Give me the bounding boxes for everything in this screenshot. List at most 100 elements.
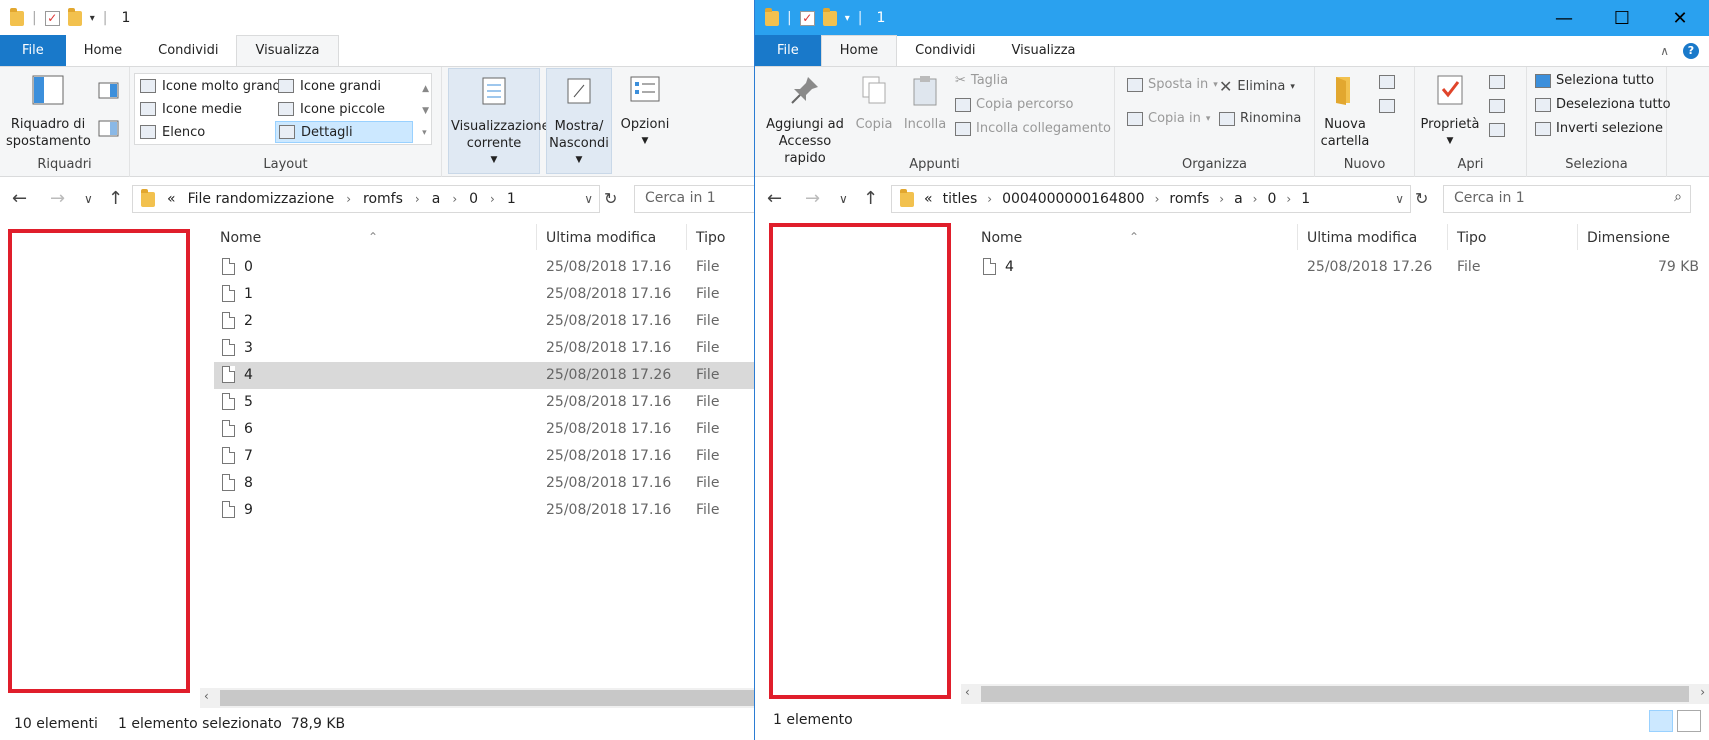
open-icon[interactable] <box>1489 75 1505 89</box>
scroll-thumb[interactable] <box>220 690 760 706</box>
search-input[interactable]: Cerca in 1 <box>634 185 760 213</box>
edit-icon[interactable] <box>1489 99 1505 113</box>
recent-chevron-icon[interactable]: ∨ <box>839 192 848 206</box>
copy-button[interactable]: Copia <box>851 73 897 133</box>
chevron-right-icon[interactable]: › <box>1253 192 1258 206</box>
path-segment[interactable]: 1 <box>1301 191 1310 207</box>
path-overflow[interactable]: « <box>924 191 933 207</box>
close-icon[interactable]: ✕ <box>1651 0 1709 36</box>
chevron-right-icon[interactable]: › <box>1155 192 1160 206</box>
minimize-icon[interactable]: — <box>1535 0 1593 36</box>
new-folder-quick-icon[interactable] <box>67 7 82 26</box>
select-all-button[interactable]: Seleziona tutto <box>1535 73 1654 88</box>
chevron-right-icon[interactable]: › <box>346 192 351 206</box>
column-name[interactable]: Nome <box>220 230 261 246</box>
column-size[interactable]: Dimensione <box>1587 230 1670 246</box>
tab-share[interactable]: Condividi <box>897 36 993 66</box>
easy-access-icon[interactable] <box>1379 99 1395 113</box>
back-arrow-icon[interactable]: ← <box>12 188 27 209</box>
path-segment[interactable]: a <box>1234 191 1243 207</box>
path-box[interactable]: « titles › 0004000000164800 › romfs › a › 0 ›… <box>891 185 1411 213</box>
tab-home[interactable]: Home <box>820 35 898 66</box>
path-segment[interactable]: File randomizzazione <box>188 191 335 207</box>
refresh-icon[interactable]: ↻ <box>604 189 617 208</box>
chevron-down-icon[interactable]: ∨ <box>584 192 593 206</box>
path-segment[interactable]: romfs <box>363 191 403 207</box>
new-folder-quick-icon[interactable] <box>822 7 837 26</box>
path-segment[interactable]: a <box>432 191 441 207</box>
current-view-button[interactable]: Visualizzazione corrente ▼ <box>448 68 550 174</box>
table-row[interactable]: 2 25/08/2018 17.16 File <box>214 308 760 335</box>
pin-quick-access-button[interactable]: Aggiungi ad Accesso rapido <box>761 73 849 167</box>
history-icon[interactable] <box>1489 123 1505 137</box>
chevron-down-icon[interactable]: ∨ <box>1395 192 1404 206</box>
table-row[interactable]: 4 25/08/2018 17.26 File <box>214 362 760 389</box>
table-row[interactable]: 4 25/08/2018 17.26 File 79 KB <box>975 254 1709 281</box>
column-type[interactable]: Tipo <box>696 230 725 246</box>
chevron-right-icon[interactable]: › <box>415 192 420 206</box>
help-icon[interactable]: ? <box>1683 42 1699 59</box>
column-type[interactable]: Tipo <box>1457 230 1486 246</box>
scroll-left-icon[interactable]: ‹ <box>965 685 970 699</box>
column-name[interactable]: Nome <box>981 230 1022 246</box>
details-pane-icon[interactable] <box>98 119 120 139</box>
cut-button[interactable]: ✂ Taglia <box>955 73 1008 88</box>
path-box[interactable]: « File randomizzazione › romfs › a › 0 › 1 ∨ <box>132 185 600 213</box>
copy-to-button[interactable]: Copia in ▾ <box>1127 111 1210 126</box>
properties-quick-icon[interactable]: ✓ <box>799 10 815 26</box>
table-row[interactable]: 8 25/08/2018 17.16 File <box>214 470 760 497</box>
layout-list[interactable]: Elenco <box>137 121 208 143</box>
show-hide-button[interactable]: Mostra/ Nascondi ▼ <box>546 68 612 174</box>
tab-view[interactable]: Visualizza <box>236 35 339 66</box>
layout-extra-large-icons[interactable]: Icone molto grandi <box>137 75 287 97</box>
table-row[interactable]: 0 25/08/2018 17.16 File <box>214 254 760 281</box>
navigation-pane[interactable] <box>0 222 200 708</box>
chevron-right-icon[interactable]: › <box>987 192 992 206</box>
rename-button[interactable]: Rinomina <box>1219 111 1301 126</box>
chevron-right-icon[interactable]: › <box>490 192 495 206</box>
options-button[interactable]: Opzioni ▼ <box>616 73 674 150</box>
table-row[interactable]: 9 25/08/2018 17.16 File <box>214 497 760 524</box>
large-icons-view-icon[interactable] <box>1677 710 1701 732</box>
quick-access-dropdown-icon[interactable]: ▾ <box>845 13 850 24</box>
table-row[interactable]: 6 25/08/2018 17.16 File <box>214 416 760 443</box>
new-folder-button[interactable]: Nuova cartella <box>1319 73 1371 150</box>
up-arrow-icon[interactable]: ↑ <box>863 188 878 209</box>
tab-file[interactable]: File <box>755 35 821 66</box>
tab-share[interactable]: Condividi <box>140 36 236 66</box>
forward-arrow-icon[interactable]: → <box>805 188 820 209</box>
chevron-right-icon[interactable]: › <box>1219 192 1224 206</box>
invert-selection-button[interactable]: Inverti selezione <box>1535 121 1663 136</box>
paste-button[interactable]: Incolla <box>899 73 951 133</box>
properties-button[interactable]: Proprietà ▼ <box>1419 73 1481 150</box>
path-segment[interactable]: 0 <box>469 191 478 207</box>
collapse-ribbon-icon[interactable]: ∧ <box>1660 44 1669 58</box>
search-input[interactable]: Cerca in 1 ⌕ <box>1443 185 1691 213</box>
path-segment[interactable]: 0 <box>1267 191 1276 207</box>
column-date[interactable]: Ultima modifica <box>1307 230 1417 246</box>
up-arrow-icon[interactable]: ↑ <box>108 188 123 209</box>
chevron-right-icon[interactable]: › <box>1286 192 1291 206</box>
tab-home[interactable]: Home <box>66 36 140 66</box>
search-icon[interactable]: ⌕ <box>1674 189 1682 205</box>
path-segment[interactable]: 0004000000164800 <box>1002 191 1145 207</box>
paste-shortcut-button[interactable]: Incolla collegamento <box>955 121 1111 136</box>
layout-medium-icons[interactable]: Icone medie <box>137 98 245 120</box>
path-overflow[interactable]: « <box>167 191 176 207</box>
new-item-icon[interactable] <box>1379 75 1395 89</box>
navigation-pane[interactable] <box>755 222 955 708</box>
gallery-scroll-icon[interactable]: ▲ ▼ ▾ <box>422 78 429 144</box>
table-row[interactable]: 5 25/08/2018 17.16 File <box>214 389 760 416</box>
copy-path-button[interactable]: Copia percorso <box>955 97 1073 112</box>
horizontal-scrollbar[interactable]: ‹ <box>200 688 760 708</box>
layout-details[interactable]: Dettagli <box>275 121 413 143</box>
path-segment[interactable]: 1 <box>507 191 516 207</box>
back-arrow-icon[interactable]: ← <box>767 188 782 209</box>
properties-quick-icon[interactable]: ✓ <box>44 10 60 26</box>
select-none-button[interactable]: Deseleziona tutto <box>1535 97 1671 112</box>
table-row[interactable]: 3 25/08/2018 17.16 File <box>214 335 760 362</box>
refresh-icon[interactable]: ↻ <box>1415 189 1428 208</box>
table-row[interactable]: 1 25/08/2018 17.16 File <box>214 281 760 308</box>
maximize-icon[interactable]: ☐ <box>1593 0 1651 36</box>
layout-large-icons[interactable]: Icone grandi <box>275 75 384 97</box>
